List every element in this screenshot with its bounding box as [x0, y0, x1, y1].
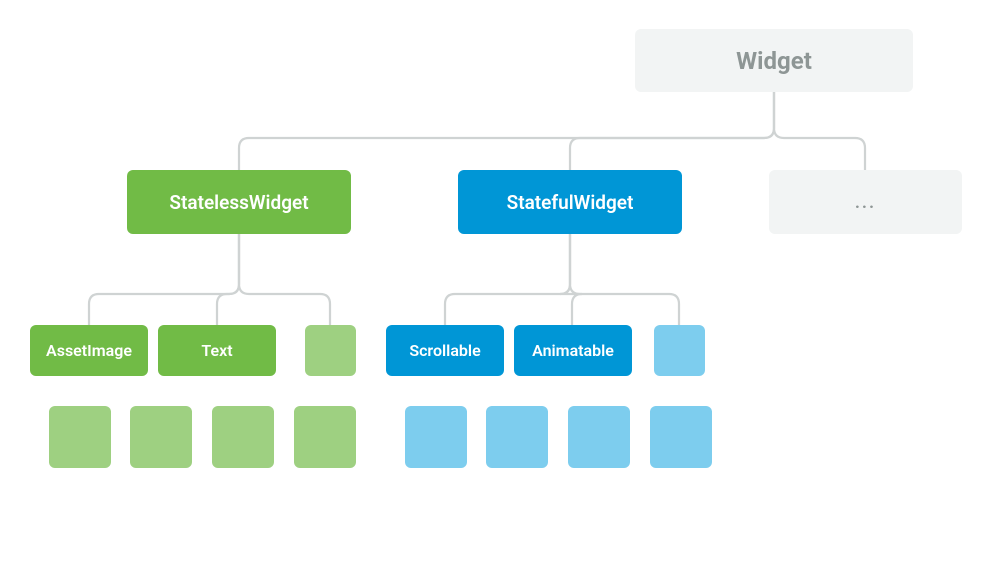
stateful-placeholder-node — [654, 325, 705, 376]
stateful-square-3 — [568, 406, 630, 468]
stateless-placeholder-node — [305, 325, 356, 376]
stateful-square-4 — [650, 406, 712, 468]
animatable-label: Animatable — [532, 341, 614, 360]
stateless-square-3 — [212, 406, 274, 468]
text-node: Text — [158, 325, 276, 376]
text-label: Text — [201, 341, 232, 360]
scrollable-node: Scrollable — [386, 325, 504, 376]
widget-root-node: Widget — [635, 29, 913, 92]
more-widgets-node: ... — [769, 170, 962, 234]
widget-root-label: Widget — [736, 47, 812, 75]
stateless-square-4 — [294, 406, 356, 468]
asset-image-label: AssetImage — [46, 341, 132, 360]
stateful-widget-node: StatefulWidget — [458, 170, 682, 234]
more-widgets-label: ... — [855, 192, 876, 213]
asset-image-node: AssetImage — [30, 325, 148, 376]
stateful-widget-label: StatefulWidget — [507, 191, 634, 214]
stateless-square-2 — [130, 406, 192, 468]
scrollable-label: Scrollable — [409, 341, 480, 360]
stateful-square-2 — [486, 406, 548, 468]
stateless-widget-node: StatelessWidget — [127, 170, 351, 234]
stateless-square-1 — [49, 406, 111, 468]
animatable-node: Animatable — [514, 325, 632, 376]
stateful-square-1 — [405, 406, 467, 468]
stateless-widget-label: StatelessWidget — [169, 191, 308, 214]
